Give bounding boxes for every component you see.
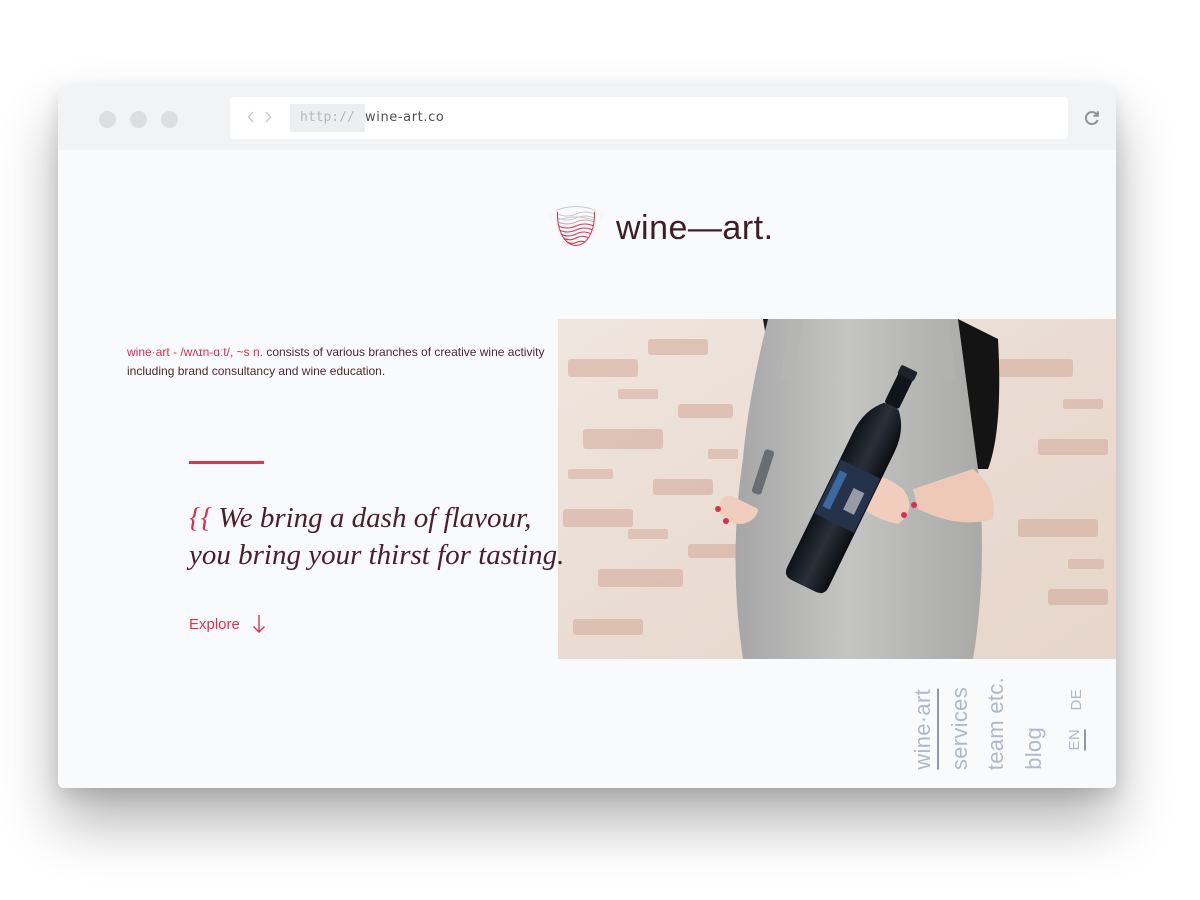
nav-item-team[interactable]: team etc. [982,677,1010,770]
back-icon[interactable] [245,108,257,126]
definition-term: wine·art - /wʌɪn-ɑːt/, ~s n. [127,345,263,359]
browser-chrome: http:// wine-art.co [58,86,1116,150]
url-protocol: http:// [290,104,365,132]
hero-tagline: {{We bring a dash of flavour, you bring … [189,500,564,574]
brand-definition: wine·art - /wʌɪn-ɑːt/, ~s n. consists of… [127,343,547,381]
lang-option-en[interactable]: EN [1062,728,1090,750]
nav-item-services[interactable]: services [946,687,974,770]
browser-window: http:// wine-art.co wine—art. wine·art -… [58,86,1116,788]
window-control-maximize[interactable] [161,111,178,128]
url-domain[interactable]: wine-art.co [365,105,444,131]
brand-wordmark[interactable]: wine—art. [616,208,774,248]
arrow-down-icon [252,614,266,634]
lang-option-de[interactable]: DE [1062,689,1090,710]
brace-icon: {{ [189,502,213,534]
window-control-close[interactable] [99,111,116,128]
hero-photo-sommelier [558,319,1116,659]
explore-label: Explore [189,615,240,633]
nav-item-services-label: services [947,686,972,770]
tagline-line-2: you bring your thirst for tasting. [189,539,565,571]
address-bar[interactable]: http:// wine-art.co [230,97,1068,139]
wine-glass-logo-icon[interactable] [553,204,599,254]
page-content: wine—art. wine·art - /wʌɪn-ɑːt/, ~s n. c… [58,150,1116,788]
explore-link[interactable]: Explore [189,612,266,636]
lang-en-label: EN [1066,728,1086,750]
nav-item-team-label: team etc. [983,676,1008,770]
vertical-nav: wine·art services team etc. blog EN DE [909,650,1100,770]
forward-icon[interactable] [262,108,274,126]
nav-item-blog[interactable]: blog [1020,727,1048,770]
window-control-minimize[interactable] [130,111,147,128]
tagline-line-1: {{We bring a dash of flavour, [189,500,564,537]
nav-item-wine-art-label: wine·art [909,689,939,770]
lang-de-label: DE [1067,688,1085,710]
reload-icon[interactable] [1082,108,1102,128]
tagline-line-1-text: We bring a dash of flavour, [218,502,532,534]
nav-item-blog-label: blog [1021,727,1046,770]
accent-divider [189,461,264,464]
stage: http:// wine-art.co wine—art. wine·art -… [0,0,1200,900]
nav-item-wine-art[interactable]: wine·art [909,689,939,770]
